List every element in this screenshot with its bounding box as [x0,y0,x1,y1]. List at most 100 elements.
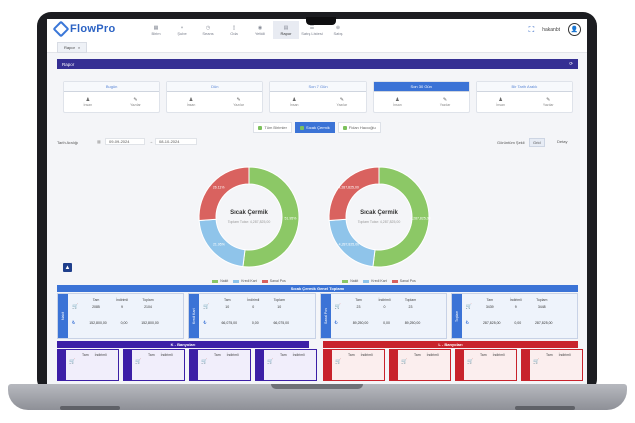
slice-value-label: 26.11% [213,186,225,190]
cart-icon: 🛒 [201,359,208,365]
cart-icon: 🛒 [465,304,472,310]
close-icon[interactable]: × [78,45,80,50]
section-card-header: Tam [414,353,421,357]
calendar-icon[interactable]: ▦ [97,139,101,144]
laptop-foot-right [515,406,575,410]
view-mode-label: Görüntüm Şekli [497,140,525,145]
period-option[interactable]: Son 30 Gün ♟ İnsan ✎ Yazılar [372,81,470,113]
legend-label: Sanal Pos [399,279,416,283]
nav-item-label: Seans [202,30,214,36]
period-sub-option[interactable]: ♟ İnsan [270,92,318,112]
period-sub-option[interactable]: ✎ Yazılar [524,92,572,112]
summary-headers: Tam İndirimli Toplam [88,298,156,302]
nav-item-label: Satış Listesi [301,30,323,36]
legend-item[interactable]: Kredi Kart [363,279,387,283]
summary-title: Sıcak Çermik Genel Toplamı [57,285,578,292]
period-sub-option[interactable]: ✎ Yazılar [215,92,263,112]
legend-swatch-icon [233,279,240,283]
summary-amount: 152,800,00 [89,321,107,325]
date-range-label: Tarih Aralığı [57,140,79,145]
summary-header: Toplam [536,298,548,302]
end-date-input[interactable]: 08-10-2024 [155,138,197,145]
tab-strip: Rapor × [47,41,587,53]
filter-chip[interactable]: Sıcak Çermik [294,122,335,133]
summary-amount: 66,075,00 [273,321,290,325]
section-card-side [390,350,398,380]
slice-value-label: 21.95% [213,243,225,247]
section-card-headers: Tam İndirimli [546,353,571,357]
period-sub-label: İnsan [496,103,505,107]
section-card-side [522,350,530,380]
donut-svg: 51.95%21.95%26.11% [198,166,300,268]
filter-chip[interactable]: Tüm Birimler [253,122,292,133]
summary-headers: Tam İndirimli Toplam [351,298,419,302]
period-option[interactable]: Bir Tarih Aralık ♟ İnsan ✎ Yazılar [475,81,574,113]
period-sub-option[interactable]: ♟ İnsan [477,92,525,112]
summary-card-side-label: Nakit [58,294,68,338]
start-date-input[interactable]: 09-09-2024 [105,138,145,145]
legend-item[interactable]: Kredi Kart [233,279,257,283]
section-card-side [58,350,66,380]
legend-item[interactable]: Nakit [212,279,228,283]
nav-item-yetkili[interactable]: ◉ Yetkili [247,21,273,39]
legend-swatch-icon [391,279,398,283]
period-sub-option[interactable]: ♟ İnsan [167,92,215,112]
section-card-header: Tam [82,353,89,357]
section-card-side [324,350,332,380]
legend-swatch-icon [261,279,268,283]
section-card-header: İndirimli [426,353,439,357]
summary-amount-row: 89,250,00 0,00 89,250,00 [351,321,423,325]
legend-item[interactable]: Nakit [342,279,358,283]
summary-card: Kredi Kart 🛒 ₺ Tam İndirimli Toplam 10 0 10 66,07… [188,293,316,339]
period-label: Bugün [64,82,160,92]
donut-subtitle: Toplam Tutar: 4,287,825,00 [227,220,271,224]
section-card-header: İndirimli [360,353,373,357]
section-card: 🛒 Tam İndirimli [389,349,451,381]
period-sub-option[interactable]: ✎ Yazılar [421,92,469,112]
user-avatar-icon[interactable]: 👤 [568,23,581,36]
summary-card-side-label: Sanal Pos [320,294,331,338]
legend-item[interactable]: Sanal Pos [261,279,286,283]
section-card-headers: Tam İndirimli [414,353,439,357]
nav-item-oda[interactable]: ▯ Oda [221,21,247,39]
legend-item[interactable]: Sanal Pos [391,279,416,283]
logo-icon [52,20,70,38]
scroll-top-button[interactable]: ▲ [63,263,72,272]
report-header: Rapor ⟳ [57,59,578,69]
period-option[interactable]: Dün ♟ İnsan ✎ Yazılar [166,81,264,113]
summary-count: 9 [121,305,123,309]
refresh-icon[interactable]: ⟳ [569,61,573,67]
section-card: 🛒 Tam İndirimli [57,349,119,381]
laptop-foot-left [60,406,120,410]
cart-icon: 🛒 [203,304,210,310]
section-card-header: Tam [480,353,487,357]
app-logo[interactable]: FlowPro [52,20,116,38]
nav-item-birim[interactable]: ▦ Birim [143,21,169,39]
view-detail-button[interactable]: Detay [554,138,570,145]
cart-icon: 🛒 [267,359,274,365]
period-sub-option[interactable]: ✎ Yazılar [318,92,366,112]
donut-chart: 51.95% 21.95% 26.11% Sıcak Çermik Toplam Tut… [189,157,309,287]
filter-chip[interactable]: Fidan Hacıoğlu [337,122,381,133]
period-option[interactable]: Son 7 Gün ♟ İnsan ✎ Yazılar [269,81,367,113]
section-card-header: Tam [280,353,287,357]
nav-item-rapor[interactable]: ▤ Rapor [273,21,299,39]
section-card-header: Tam [348,353,355,357]
nav-item-şube[interactable]: ⑂ Şube [169,21,195,39]
nav-item-seans[interactable]: ◷ Seans [195,21,221,39]
fullscreen-icon[interactable]: ⛶ [529,25,535,35]
summary-amount: 0,00 [383,321,390,325]
section-card: 🛒 Tam İndirimli [189,349,251,381]
view-grid-button[interactable]: Grid [529,138,545,147]
nav-item-label: Satış [333,30,343,36]
summary-amount: 0,00 [120,321,128,325]
cart-icon: 🛒 [72,304,79,310]
lira-icon: ₺ [203,320,207,326]
section-card-header: İndirimli [558,353,571,357]
period-sub-option[interactable]: ♟ İnsan [374,92,422,112]
tab-rapor[interactable]: Rapor × [57,42,88,53]
period-sub-option[interactable]: ✎ Yazılar [112,92,160,112]
period-sub-option[interactable]: ♟ İnsan [64,92,112,112]
period-option[interactable]: Bugün ♟ İnsan ✎ Yazılar [63,81,161,113]
summary-amount: 287,825,00 [482,321,501,325]
